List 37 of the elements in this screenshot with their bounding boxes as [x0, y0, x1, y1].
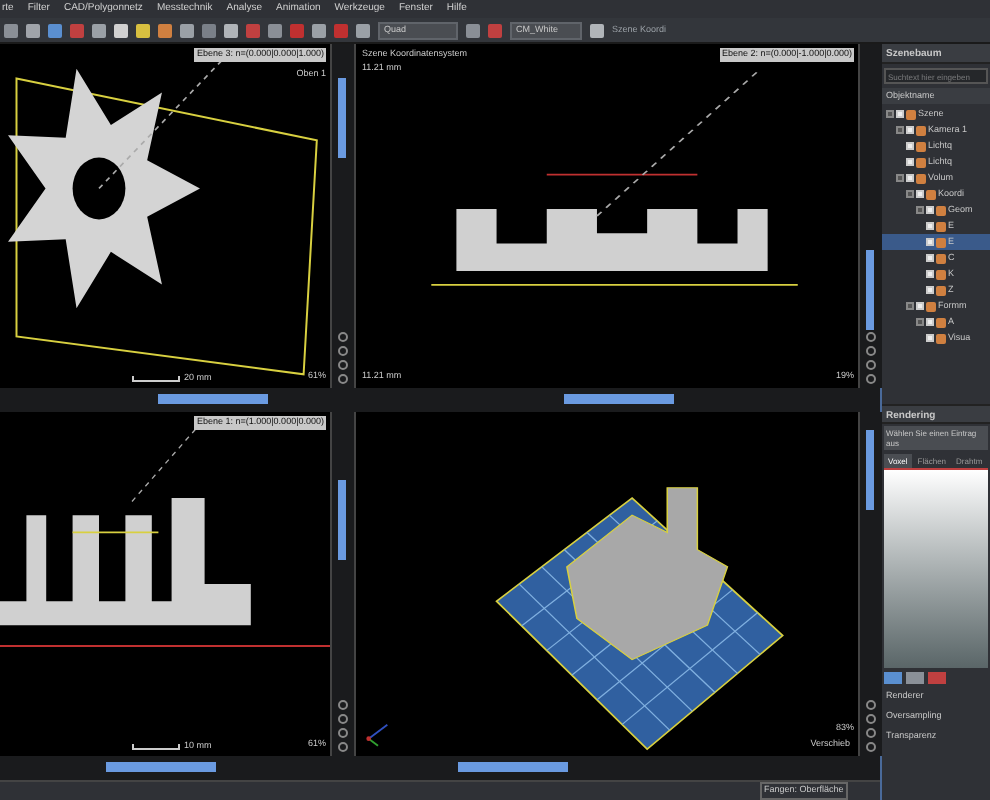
- scale-bar: [132, 744, 180, 750]
- expander-icon[interactable]: [916, 206, 924, 214]
- checkbox-icon[interactable]: [926, 318, 934, 326]
- scrollbar-thumb[interactable]: [457, 762, 568, 772]
- expander-icon[interactable]: [906, 190, 914, 198]
- checkbox-icon[interactable]: [906, 174, 914, 182]
- axes-icon: [364, 720, 392, 748]
- checkbox-icon[interactable]: [926, 286, 934, 294]
- scrollbar[interactable]: [332, 44, 354, 388]
- scrollbar-thumb[interactable]: [866, 250, 874, 331]
- expander-icon[interactable]: [916, 318, 924, 326]
- checkbox-icon[interactable]: [906, 126, 914, 134]
- checkbox-icon[interactable]: [916, 190, 924, 198]
- scale-bar: [132, 376, 180, 382]
- checkbox-icon[interactable]: [896, 110, 904, 118]
- checkbox-icon[interactable]: [926, 254, 934, 262]
- checkbox-icon[interactable]: [926, 222, 934, 230]
- checkbox-icon[interactable]: [926, 270, 934, 278]
- scrollbar-thumb[interactable]: [158, 394, 269, 404]
- checkbox-icon[interactable]: [916, 302, 924, 310]
- scrollbar[interactable]: [860, 44, 882, 388]
- expander-icon[interactable]: [896, 174, 904, 182]
- expander-icon[interactable]: [906, 302, 914, 310]
- scrollbar-thumb[interactable]: [105, 762, 216, 772]
- scrollbar-thumb[interactable]: [338, 480, 346, 561]
- checkbox-icon[interactable]: [906, 158, 914, 166]
- toolbar-icon[interactable]: [590, 23, 604, 37]
- scrollbar-thumb[interactable]: [563, 394, 674, 404]
- expander-icon[interactable]: [896, 126, 904, 134]
- checkbox-icon[interactable]: [926, 238, 934, 246]
- scrollbar-thumb[interactable]: [338, 78, 346, 159]
- expander-icon[interactable]: [886, 110, 894, 118]
- checkbox-icon[interactable]: [926, 206, 934, 214]
- checkbox-icon[interactable]: [926, 334, 934, 342]
- scrollbar-thumb[interactable]: [866, 429, 874, 510]
- scrollbar[interactable]: [860, 412, 882, 756]
- checkbox-icon[interactable]: [906, 142, 914, 150]
